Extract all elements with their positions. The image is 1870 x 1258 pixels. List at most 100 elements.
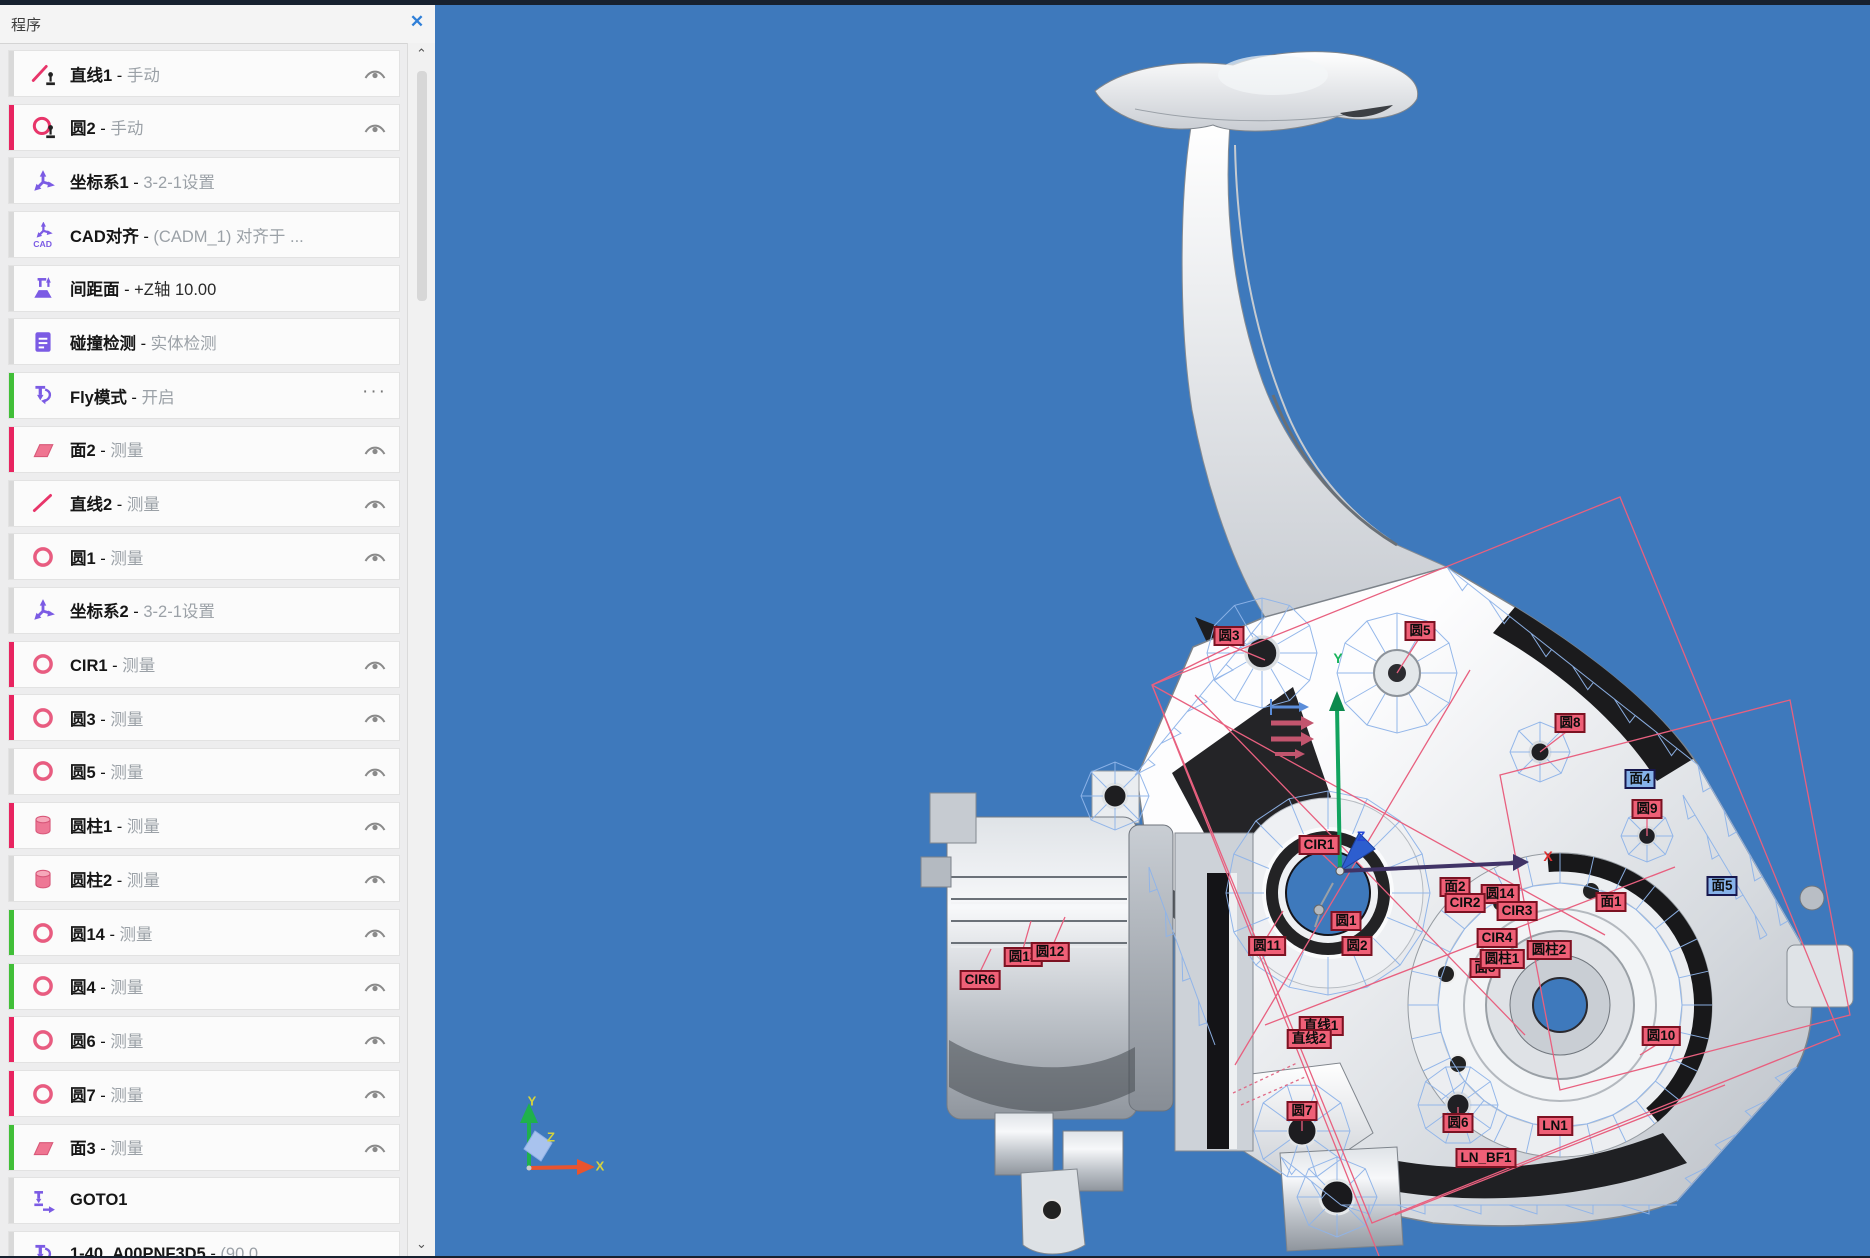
visibility-eye-icon[interactable] (363, 749, 387, 794)
status-accent-bar (9, 266, 14, 311)
visibility-eye-icon[interactable] (363, 534, 387, 579)
program-sidebar: 程序 ✕ 直线1 - 手动圆2 - 手动坐标系1 - 3-2-1设置 CADCAD… (0, 5, 435, 1256)
visibility-eye-icon[interactable] (363, 695, 387, 740)
feature-label-圆3[interactable]: 圆3 (1213, 626, 1244, 646)
program-row-面2[interactable]: 面2 - 测量 (8, 426, 400, 473)
scroll-up-icon[interactable]: ⌃ (408, 46, 435, 62)
program-row-直线2[interactable]: 直线2 - 测量 (8, 480, 400, 527)
feature-label-直线2[interactable]: 直线2 (1287, 1029, 1332, 1049)
feature-label-面1[interactable]: 面1 (1595, 892, 1626, 912)
plane-icon (26, 1130, 60, 1164)
feature-label-圆1[interactable]: 圆1 (1330, 911, 1361, 931)
visibility-eye-icon[interactable] (363, 964, 387, 1009)
status-accent-bar (9, 642, 14, 687)
feature-label-面5[interactable]: 面5 (1706, 876, 1737, 896)
sidebar-title: 程序 (11, 14, 41, 35)
3d-viewport-canvas[interactable] (435, 5, 1870, 1256)
status-accent-bar (9, 1232, 14, 1256)
feature-label-圆柱2[interactable]: 圆柱2 (1527, 940, 1572, 960)
fly-icon (26, 1238, 60, 1256)
row-label: 坐标系1 - 3-2-1设置 (70, 169, 215, 193)
status-accent-bar (9, 1178, 14, 1223)
feature-label-圆2[interactable]: 圆2 (1341, 936, 1372, 956)
visibility-eye-icon[interactable] (363, 803, 387, 848)
feature-label-圆11[interactable]: 圆11 (1248, 936, 1286, 956)
status-accent-bar (9, 749, 14, 794)
program-row-1-40_A00PNF3D5[interactable]: 1-40_A00PNF3D5 - (90.0 (8, 1231, 400, 1256)
visibility-eye-icon[interactable] (363, 481, 387, 526)
program-row-圆3[interactable]: 圆3 - 测量 (8, 694, 400, 741)
visibility-eye-icon[interactable] (363, 105, 387, 150)
program-row-CIR1[interactable]: CIR1 - 测量 (8, 641, 400, 688)
feature-label-CIR3[interactable]: CIR3 (1497, 901, 1538, 921)
cylinder-icon (26, 862, 60, 896)
feature-label-圆10[interactable]: 圆10 (1642, 1026, 1681, 1046)
program-row-圆4[interactable]: 圆4 - 测量 (8, 963, 400, 1010)
circle-icon (26, 647, 60, 681)
status-accent-bar (9, 51, 14, 96)
program-row-圆1[interactable]: 圆1 - 测量 (8, 533, 400, 580)
feature-label-CIR6[interactable]: CIR6 (960, 970, 1001, 990)
feature-label-CIR4[interactable]: CIR4 (1477, 928, 1518, 948)
visibility-eye-icon[interactable] (363, 1017, 387, 1062)
program-row-直线1[interactable]: 直线1 - 手动 (8, 50, 400, 97)
program-row-圆5[interactable]: 圆5 - 测量 (8, 748, 400, 795)
feature-label-圆9[interactable]: 圆9 (1631, 799, 1662, 819)
program-row-圆2[interactable]: 圆2 - 手动 (8, 104, 400, 151)
row-label: 1-40_A00PNF3D5 - (90.0 (70, 1245, 258, 1256)
program-row-圆14[interactable]: 圆14 - 测量 (8, 909, 400, 956)
program-row-坐标系1[interactable]: 坐标系1 - 3-2-1设置 (8, 157, 400, 204)
feature-label-LN1[interactable]: LN1 (1537, 1116, 1573, 1136)
cylinder-icon (26, 808, 60, 842)
circle-icon (26, 754, 60, 788)
feature-label-面4[interactable]: 面4 (1624, 769, 1655, 789)
visibility-eye-icon[interactable] (363, 910, 387, 955)
feature-label-圆8[interactable]: 圆8 (1554, 713, 1585, 733)
feature-label-圆6[interactable]: 圆6 (1442, 1113, 1473, 1133)
visibility-eye-icon[interactable] (363, 1125, 387, 1170)
offset-icon (26, 271, 60, 305)
status-accent-bar (9, 373, 14, 418)
close-icon[interactable]: ✕ (406, 11, 428, 33)
program-row-圆柱2[interactable]: 圆柱2 - 测量 (8, 855, 400, 902)
visibility-eye-icon[interactable] (363, 427, 387, 472)
more-options-icon[interactable]: ··· (362, 373, 387, 418)
goto-icon (26, 1184, 60, 1218)
program-row-Fly模式[interactable]: Fly模式 - 开启··· (8, 372, 400, 419)
feature-label-CIR2[interactable]: CIR2 (1445, 893, 1486, 913)
row-label: GOTO1 (70, 1191, 127, 1210)
program-row-间距面[interactable]: 间距面 - +Z轴 10.00 (8, 265, 400, 312)
status-accent-bar (9, 105, 14, 150)
program-row-GOTO1[interactable]: GOTO1 (8, 1177, 400, 1224)
feature-label-CIR1[interactable]: CIR1 (1299, 835, 1340, 855)
feature-label-圆7[interactable]: 圆7 (1286, 1101, 1317, 1121)
visibility-eye-icon[interactable] (363, 1071, 387, 1116)
feature-label-圆12[interactable]: 圆12 (1031, 942, 1070, 962)
visibility-eye-icon[interactable] (363, 642, 387, 687)
feature-label-圆柱1[interactable]: 圆柱1 (1480, 949, 1525, 969)
program-row-CAD对齐[interactable]: CADCAD对齐 - (CADM_1) 对齐于 ... (8, 211, 400, 258)
scroll-down-icon[interactable]: ⌄ (408, 1236, 435, 1252)
program-row-圆7[interactable]: 圆7 - 测量 (8, 1070, 400, 1117)
3d-viewport[interactable]: 圆3圆5圆8面4圆9面5面1圆14CIR3CIR4面3圆柱1圆柱2面2CIR2C… (435, 5, 1870, 1256)
program-row-碰撞检测[interactable]: 碰撞检测 - 实体检测 (8, 318, 400, 365)
status-accent-bar (9, 534, 14, 579)
program-list: 直线1 - 手动圆2 - 手动坐标系1 - 3-2-1设置 CADCAD对齐 - … (8, 50, 400, 1256)
row-label: 间距面 - +Z轴 10.00 (70, 276, 216, 300)
row-label: 圆7 - 测量 (70, 1082, 143, 1106)
program-row-圆6[interactable]: 圆6 - 测量 (8, 1016, 400, 1063)
row-label: 碰撞检测 - 实体检测 (70, 330, 217, 354)
feature-label-LN_BF1[interactable]: LN_BF1 (1455, 1148, 1516, 1168)
sidebar-scrollbar[interactable]: ⌃ ⌄ (407, 43, 435, 1256)
cad-icon: CAD (26, 218, 60, 252)
program-row-面3[interactable]: 面3 - 测量 (8, 1124, 400, 1171)
measurement-app-window: 程序 ✕ 直线1 - 手动圆2 - 手动坐标系1 - 3-2-1设置 CADCAD… (0, 0, 1870, 1258)
visibility-eye-icon[interactable] (363, 856, 387, 901)
feature-label-圆5[interactable]: 圆5 (1404, 621, 1435, 641)
circle-probe-icon (26, 110, 60, 144)
program-row-圆柱1[interactable]: 圆柱1 - 测量 (8, 802, 400, 849)
program-row-坐标系2[interactable]: 坐标系2 - 3-2-1设置 (8, 587, 400, 634)
scrollbar-thumb[interactable] (417, 71, 427, 301)
visibility-eye-icon[interactable] (363, 51, 387, 96)
status-accent-bar (9, 588, 14, 633)
